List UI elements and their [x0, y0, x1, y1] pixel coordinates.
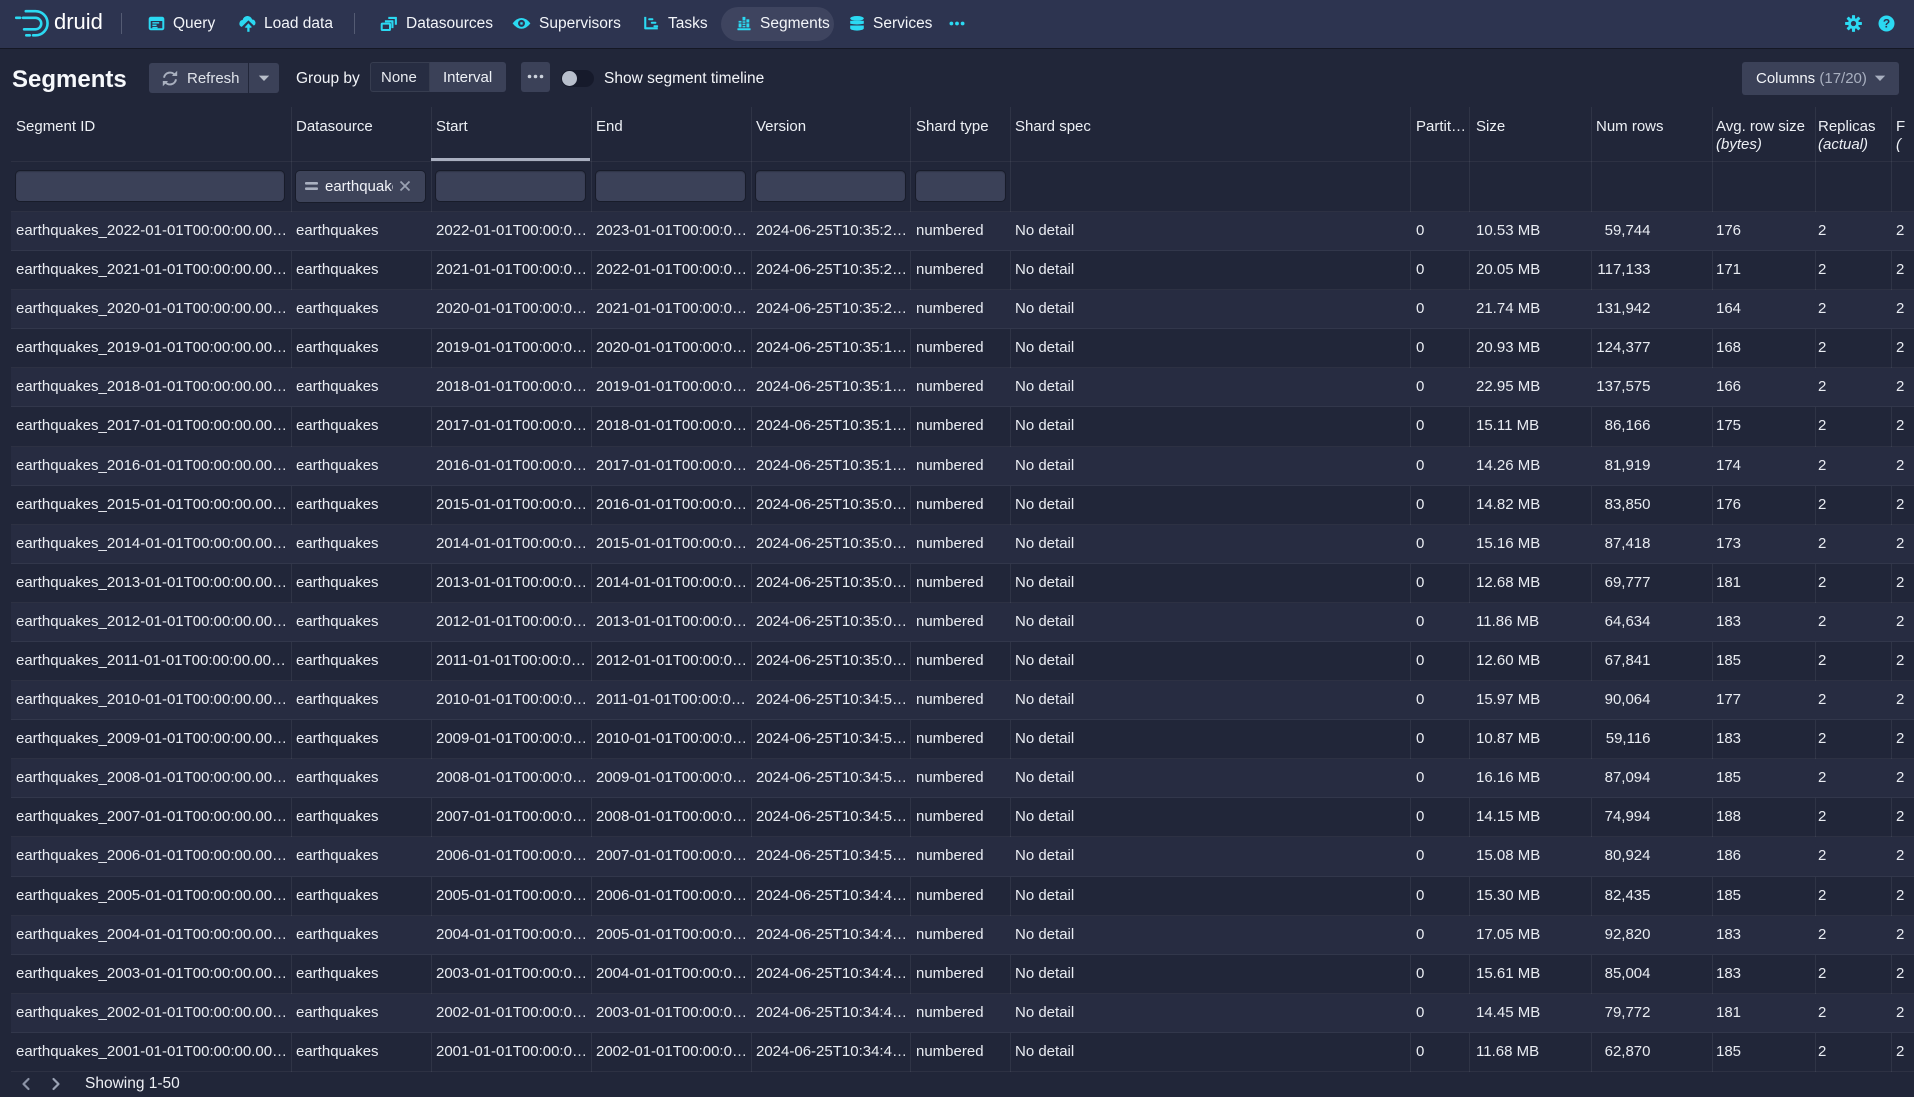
- svg-text:?: ?: [1883, 16, 1890, 30]
